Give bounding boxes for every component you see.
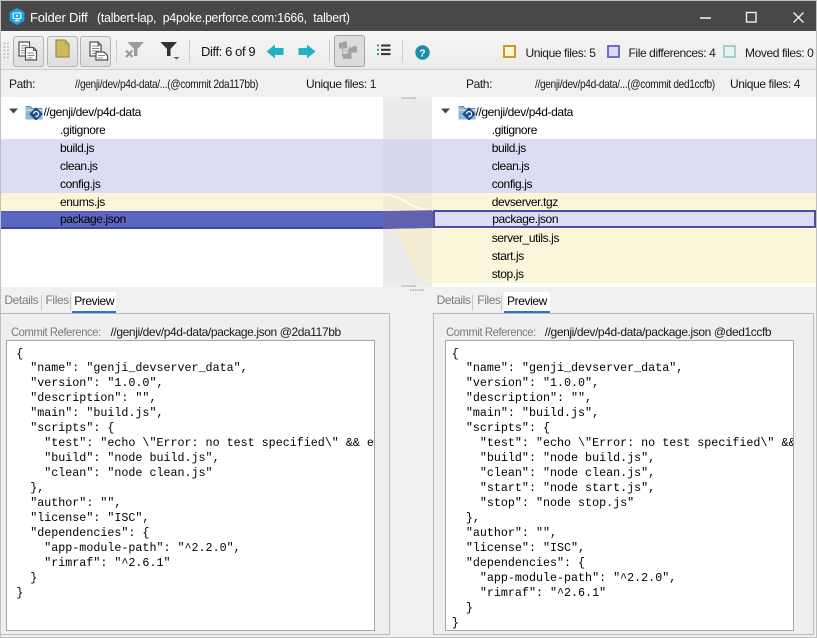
svg-text:?: ? xyxy=(419,47,425,59)
